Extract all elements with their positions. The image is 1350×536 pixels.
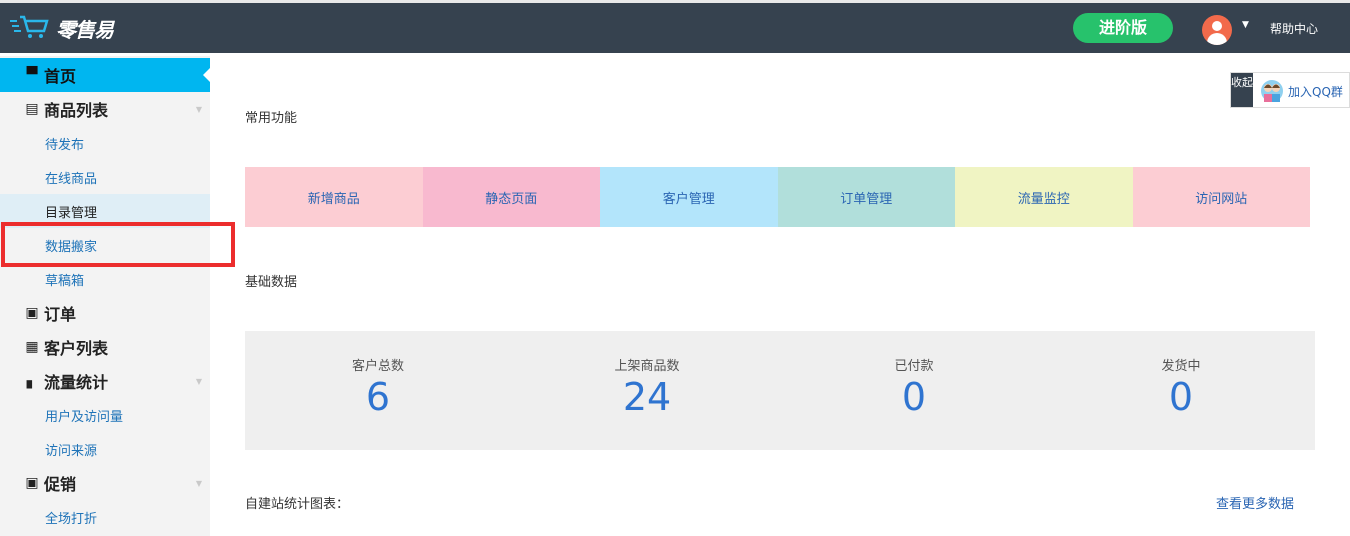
qq-group-widget: 收起 加入QQ群 — [1230, 72, 1350, 108]
sidebar-item-visit-sources[interactable]: 访问来源 — [0, 432, 210, 466]
stats-panel: 客户总数 6 上架商品数 24 已付款 0 发货中 0 — [245, 331, 1315, 450]
sidebar-item-pending[interactable]: 待发布 — [0, 126, 210, 160]
sidebar-item-home[interactable]: ▀ 首页 — [0, 58, 210, 92]
traffic-monitor-button[interactable]: 流量监控 — [955, 167, 1133, 227]
customer-management-button[interactable]: 客户管理 — [600, 167, 778, 227]
bar-chart-icon: ▖ — [26, 373, 38, 389]
sidebar-item-traffic[interactable]: ▖ 流量统计 ▼ — [0, 364, 210, 398]
add-product-button[interactable]: 新增商品 — [245, 167, 423, 227]
top-edge — [0, 0, 1350, 3]
sidebar-item-label: 草稿箱 — [45, 273, 85, 289]
cart-logo-icon — [10, 13, 50, 43]
avatar-head-icon — [1212, 21, 1222, 31]
stat-listed-products: 上架商品数 24 — [577, 355, 717, 420]
sidebar-item-site-discount[interactable]: 全场打折 — [0, 500, 210, 534]
sidebar-item-label: 在线商品 — [45, 171, 98, 187]
stat-value: 0 — [901, 375, 927, 419]
avatar[interactable] — [1202, 15, 1232, 45]
collapse-button[interactable]: 收起 — [1231, 73, 1253, 107]
avatar-body-icon — [1207, 33, 1227, 45]
stat-value: 6 — [365, 375, 391, 419]
join-qq-group-link[interactable]: 加入QQ群 — [1288, 83, 1343, 100]
list-icon: ▤ — [25, 101, 39, 117]
logo-text: 零售易 — [56, 17, 114, 42]
top-bar: 零售易 进阶版 ▼ 帮助中心 — [0, 0, 1350, 53]
sidebar: ▀ 首页 ▤ 商品列表 ▼ 待发布 在线商品 目录管理 数据搬家 草稿箱 ▣ 订… — [0, 56, 210, 536]
stat-customers: 客户总数 6 — [308, 355, 448, 420]
customers-icon: ▦ — [25, 339, 39, 355]
sidebar-item-orders[interactable]: ▣ 订单 — [0, 296, 210, 330]
chevron-down-icon: ▼ — [195, 478, 202, 488]
pro-version-button[interactable]: 进阶版 — [1073, 13, 1173, 43]
sidebar-item-label: 商品列表 — [44, 101, 109, 120]
function-bar: 新增商品 静态页面 客户管理 订单管理 流量监控 访问网站 — [245, 167, 1310, 227]
active-notch — [203, 68, 210, 82]
stat-label: 上架商品数 — [614, 359, 680, 374]
help-center-link[interactable]: 帮助中心 — [1270, 20, 1318, 37]
sidebar-item-label: 订单 — [44, 305, 77, 324]
stat-label: 发货中 — [1161, 359, 1201, 374]
sidebar-item-label: 流量统计 — [44, 373, 109, 392]
sidebar-item-label: 促销 — [44, 475, 77, 494]
sidebar-item-promotions[interactable]: ▣ 促销 ▼ — [0, 466, 210, 500]
chevron-down-icon: ▼ — [195, 104, 202, 114]
chevron-down-icon: ▼ — [195, 376, 202, 386]
stat-value: 24 — [622, 375, 672, 419]
sidebar-item-label: 用户及访问量 — [45, 409, 124, 425]
home-icon: ▀ — [26, 67, 38, 83]
stat-shipping: 发货中 0 — [1111, 355, 1251, 420]
common-functions-title: 常用功能 — [245, 111, 298, 126]
sidebar-item-drafts[interactable]: 草稿箱 — [0, 262, 210, 296]
caret-down-icon[interactable]: ▼ — [1242, 20, 1249, 30]
visit-site-button[interactable]: 访问网站 — [1132, 167, 1310, 227]
view-more-data-link[interactable]: 查看更多数据 — [1216, 493, 1294, 512]
sidebar-item-label: 目录管理 — [45, 205, 98, 221]
sidebar-item-online-products[interactable]: 在线商品 — [0, 160, 210, 194]
sidebar-item-label: 待发布 — [45, 137, 85, 153]
sidebar-item-label: 全场打折 — [45, 511, 98, 527]
stat-label: 客户总数 — [351, 359, 404, 374]
people-icon — [1261, 80, 1283, 102]
order-management-button[interactable]: 订单管理 — [777, 167, 955, 227]
sidebar-item-label: 客户列表 — [44, 339, 109, 358]
stat-paid: 已付款 0 — [844, 355, 984, 420]
sidebar-item-label: 访问来源 — [45, 443, 98, 459]
static-pages-button[interactable]: 静态页面 — [422, 167, 600, 227]
sidebar-item-label: 首页 — [44, 67, 77, 86]
sidebar-item-customers[interactable]: ▦ 客户列表 — [0, 330, 210, 364]
stat-value: 0 — [1168, 375, 1194, 419]
basic-data-title: 基础数据 — [245, 275, 298, 290]
site-stats-chart-title: 自建站统计图表： — [245, 497, 350, 512]
stat-label: 已付款 — [894, 359, 934, 374]
promotion-icon: ▣ — [25, 475, 39, 491]
sidebar-item-products[interactable]: ▤ 商品列表 ▼ — [0, 92, 210, 126]
sidebar-item-users-visits[interactable]: 用户及访问量 — [0, 398, 210, 432]
logo[interactable]: 零售易 — [10, 13, 114, 43]
highlight-annotation-box — [1, 222, 235, 267]
order-icon: ▣ — [25, 305, 39, 321]
